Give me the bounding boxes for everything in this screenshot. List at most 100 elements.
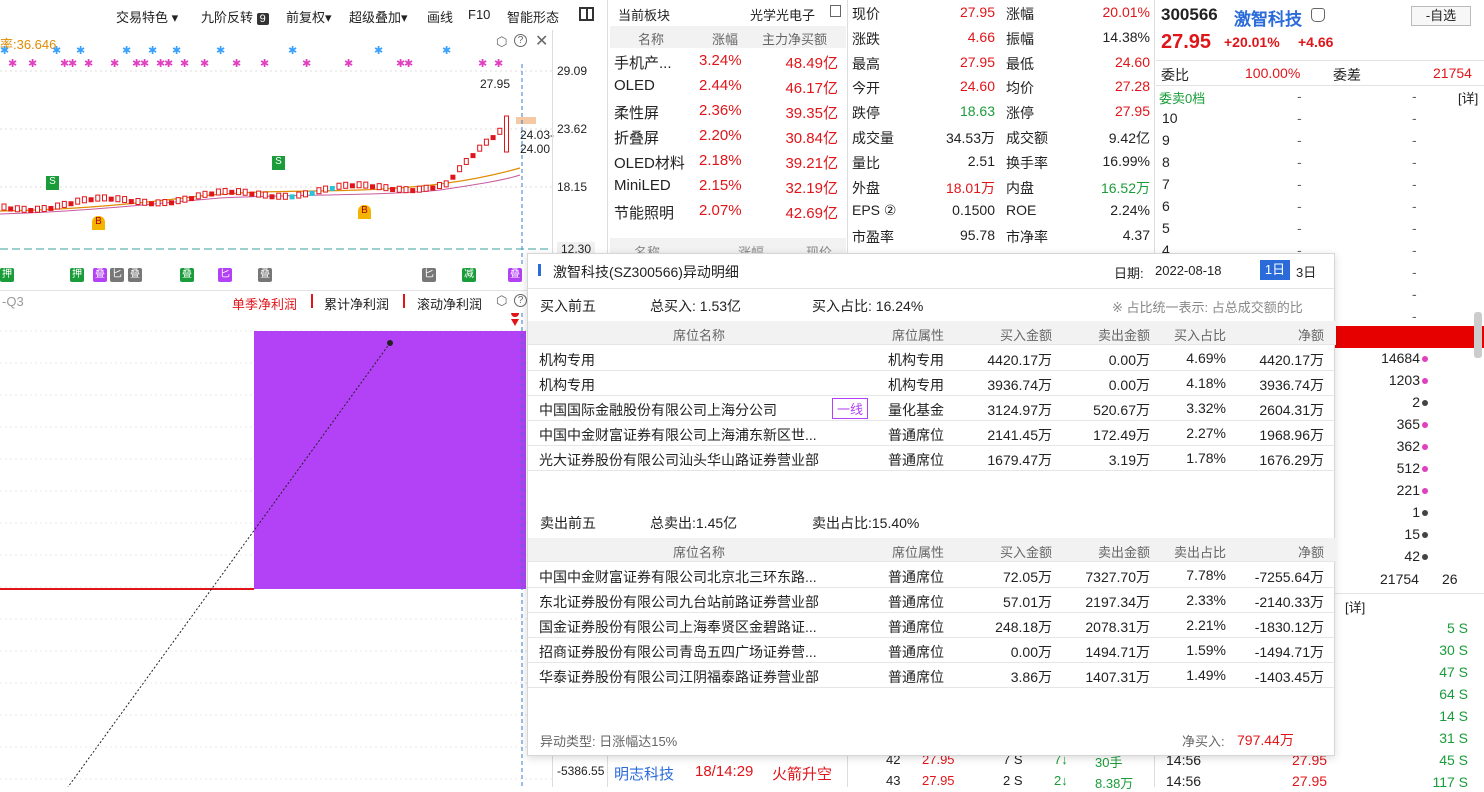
quote-value: 18.63: [959, 103, 995, 120]
ratio-note: ※ 占比统一表示: 占总成交额的比: [1112, 300, 1303, 315]
panel-toggle-icon[interactable]: [830, 5, 841, 17]
net-buy-label: 净买入:: [1182, 734, 1225, 749]
seat-name[interactable]: 中国中金财富证券有限公司上海浦东新区世...: [539, 425, 817, 445]
col-header: 买入金额: [999, 328, 1052, 343]
quote-label: 最高: [852, 55, 880, 72]
table-row[interactable]: 国金证券股份有限公司上海奉贤区金碧路证... 普通席位 248.18万 2078.31…: [528, 613, 1336, 638]
seat-attr: 普通席位: [888, 619, 944, 635]
draw-line-button[interactable]: 画线: [427, 7, 453, 26]
scrollbar[interactable]: [1474, 312, 1482, 358]
table-row[interactable]: 东北证券股份有限公司九台站前路证券营业部 普通席位 57.01万 2197.34万 2.…: [528, 588, 1336, 613]
signal-tag: 押: [0, 268, 14, 282]
sector-row[interactable]: OLED材料 2.18% 39.21亿: [612, 152, 844, 177]
buy-amount: 248.18万: [995, 619, 1052, 635]
nine-reversal-menu[interactable]: 九阶反转 9: [201, 7, 269, 26]
smart-pattern-button[interactable]: 智能形态: [507, 7, 559, 26]
table-row[interactable]: 华泰证券股份有限公司江阴福泰路证券营业部 普通席位 3.86万 1407.31万 1.4…: [528, 663, 1336, 688]
trade-feature-menu[interactable]: 交易特色 ▾: [116, 7, 178, 26]
total-count: 26: [1442, 571, 1458, 587]
tab-rolling-profit[interactable]: 滚动净利润: [417, 294, 482, 313]
date-label: 日期:: [1114, 266, 1144, 281]
sector-flow: 39.21亿: [785, 155, 838, 172]
signal-tag: 叠: [93, 268, 107, 282]
sell-depth-label: 委卖0档: [1159, 91, 1206, 106]
seat-name[interactable]: 光大证券股份有限公司汕头华山路证券营业部: [539, 450, 819, 470]
date-value[interactable]: 2022-08-18: [1155, 263, 1222, 278]
bid-volume: 42: [1404, 548, 1420, 564]
sector-flow: 30.84亿: [785, 130, 838, 147]
seat-name[interactable]: 中国中金财富证券有限公司北京北三环东路...: [539, 567, 817, 587]
sector-row[interactable]: 柔性屏 2.36% 39.35亿: [612, 102, 844, 127]
help-icon[interactable]: ?: [514, 34, 527, 47]
bid-volume: 362: [1396, 438, 1420, 454]
layout-toggle-icon[interactable]: [579, 7, 594, 21]
sector-current[interactable]: 光学光电子: [750, 5, 815, 24]
bid-dot-icon: [1422, 466, 1428, 472]
seat-name[interactable]: 东北证券股份有限公司九台站前路证券营业部: [539, 592, 819, 612]
sector-row[interactable]: 折叠屏 2.20% 30.84亿: [612, 127, 844, 152]
stock-change: +4.66: [1298, 34, 1334, 50]
seat-name[interactable]: 国金证券股份有限公司上海奉贤区金碧路证...: [539, 617, 817, 637]
sector-row[interactable]: MiniLED 2.15% 32.19亿: [612, 177, 844, 202]
sector-row[interactable]: OLED 2.44% 46.17亿: [612, 77, 844, 102]
tab-1d[interactable]: 1日: [1260, 260, 1290, 280]
tab-3d[interactable]: 3日: [1296, 262, 1316, 281]
bid-dot-icon: [1422, 378, 1428, 384]
weibi-value: 100.00%: [1245, 65, 1301, 81]
kline-chart[interactable]: 率:36.646 ✱ ✱ ✱ ✱ ✱ ✱ ✱ ✱ ✱ ✱ ✱ ✱ ✱ ✱ ✱ ✱ ✱ ✱ ✱ ✱ ✱ ✱ ✱ ✱ ✱ ✱ ✱ ✱ ✱ ✱ …: [0, 30, 554, 265]
news-stock-name[interactable]: 明志科技: [614, 763, 674, 784]
f10-button[interactable]: F10: [468, 7, 490, 22]
tab-single-quarter-profit[interactable]: 单季净利润: [232, 294, 297, 313]
table-row[interactable]: 中国中金财富证券有限公司北京北三环东路... 普通席位 72.05万 7327.70万…: [528, 563, 1336, 588]
seat-badge[interactable]: 一线: [832, 398, 869, 419]
seat-attr: 量化基金: [888, 402, 944, 418]
sector-row[interactable]: 手机产... 3.24% 48.49亿: [612, 52, 844, 77]
table-row[interactable]: 机构专用 机构专用 4420.17万 0.00万 4.69% 4420.17万: [528, 346, 1336, 371]
sector-change: 2.15%: [699, 177, 742, 194]
sector-row[interactable]: 节能照明 2.07% 42.69亿: [612, 202, 844, 227]
seat-name[interactable]: 机构专用: [539, 375, 595, 395]
detail-link[interactable]: [详]: [1458, 88, 1478, 107]
table-row[interactable]: 中国国际金融股份有限公司上海分公司 一线 量化基金 3124.97万 520.67万 3.…: [528, 396, 1336, 421]
alert-bell-icon[interactable]: [1311, 8, 1325, 22]
table-row[interactable]: 招商证券股份有限公司青岛五四广场证券营... 普通席位 0.00万 1494.71万 1…: [528, 638, 1336, 663]
close-icon[interactable]: ✕: [535, 31, 548, 51]
settings-icon[interactable]: ⬡: [496, 293, 507, 309]
svg-text:✱: ✱: [164, 58, 173, 70]
svg-text:✱: ✱: [478, 58, 487, 70]
bid-volume: 1: [1412, 504, 1420, 520]
seat-attr: 普通席位: [888, 569, 944, 585]
table-row[interactable]: 光大证券股份有限公司汕头华山路证券营业部 普通席位 1679.47万 3.19万 1.7…: [528, 446, 1336, 471]
add-watchlist-button[interactable]: -自选: [1411, 6, 1471, 26]
dash: -: [1412, 198, 1417, 214]
news-tag[interactable]: 火箭升空: [772, 763, 832, 784]
menu-label: 九阶反转: [201, 10, 254, 25]
tab-cumulative-profit[interactable]: 累计净利润: [324, 294, 389, 313]
seat-name[interactable]: 中国国际金融股份有限公司上海分公司: [539, 400, 777, 420]
table-row[interactable]: 中国中金财富证券有限公司上海浦东新区世... 普通席位 2141.45万 172.49…: [528, 421, 1336, 446]
news-time: 18/14:29: [695, 763, 754, 780]
adjust-menu[interactable]: 前复权▾: [286, 7, 332, 26]
table-row[interactable]: 机构专用 机构专用 3936.74万 0.00万 4.18% 3936.74万: [528, 371, 1336, 396]
quote-value: 27.28: [1114, 78, 1150, 95]
settings-icon[interactable]: ⬡: [496, 34, 507, 50]
stock-name[interactable]: 激智科技: [1234, 5, 1302, 30]
dash: -: [1297, 88, 1302, 104]
detail-link[interactable]: [详]: [1345, 597, 1365, 616]
seat-name[interactable]: 机构专用: [539, 350, 595, 370]
svg-text:✱: ✱: [76, 45, 85, 57]
signal-tag: 叠: [508, 268, 522, 282]
quote-value: 9.42亿: [1108, 130, 1150, 146]
tick-volume: 45 S: [1439, 752, 1468, 768]
seat-attr: 普通席位: [888, 427, 944, 443]
quote-value: 27.95: [959, 53, 995, 70]
seat-name[interactable]: 招商证券股份有限公司青岛五四广场证券营...: [539, 642, 817, 662]
seat-name[interactable]: 华泰证券股份有限公司江阴福泰路证券营业部: [539, 667, 819, 687]
col-header: 席位属性: [892, 328, 945, 343]
seat-attr: 普通席位: [888, 594, 944, 610]
help-icon[interactable]: ?: [514, 294, 527, 307]
seat-attr: 机构专用: [888, 352, 944, 368]
tick-volume: 14 S: [1439, 708, 1468, 724]
ask-level: 5: [1162, 220, 1170, 236]
overlay-menu[interactable]: 超级叠加▾: [349, 7, 408, 26]
